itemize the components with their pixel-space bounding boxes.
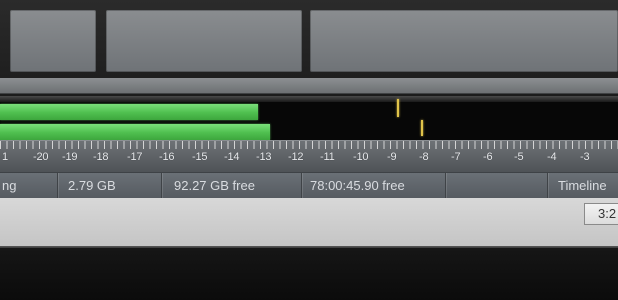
db-scale-label: -17 [127, 151, 143, 163]
db-scale-label: -14 [224, 151, 240, 163]
db-scale-label: -6 [483, 151, 493, 163]
db-scale-label: -5 [514, 151, 524, 163]
db-scale-label: -9 [387, 151, 397, 163]
track-tile[interactable] [10, 10, 96, 72]
db-scale-label: -8 [419, 151, 429, 163]
peak-indicator-channel-2 [421, 120, 423, 136]
db-scale-label: -4 [547, 151, 557, 163]
db-scale-label: -7 [451, 151, 461, 163]
status-cell-disk-used[interactable]: 2.79 GB [58, 173, 162, 199]
db-scale-label: -11 [320, 151, 335, 163]
db-scale-ticks [0, 141, 618, 149]
level-meter-bar-channel-2 [0, 124, 270, 140]
level-meter-bar-channel-1 [0, 104, 258, 120]
db-scale-label: -10 [353, 151, 369, 163]
status-cell-time-free[interactable]: 78:00:45.90 free [302, 173, 446, 199]
db-scale-label: -3 [580, 151, 590, 163]
db-scale-label: -16 [159, 151, 175, 163]
db-scale-label: -20 [33, 151, 49, 163]
peak-indicator-channel-1 [397, 99, 399, 117]
track-tile[interactable] [310, 10, 618, 72]
bottom-bezel [0, 248, 618, 300]
db-scale-label: -13 [256, 151, 272, 163]
db-scale-label: -18 [93, 151, 109, 163]
status-bar: ng 2.79 GB 92.27 GB free 78:00:45.90 fre… [0, 172, 618, 200]
panel-divider [0, 78, 618, 94]
status-cell-timeline[interactable]: Timeline [548, 173, 618, 199]
db-scale-label: -12 [288, 151, 304, 163]
status-cell-disk-free[interactable]: 92.27 GB free [162, 173, 302, 199]
meter-top-border [0, 96, 618, 102]
db-scale-label: -19 [62, 151, 78, 163]
db-scale-label: 1 [2, 151, 8, 163]
status-cell-recording-format[interactable]: ng [0, 173, 58, 199]
lower-panel [0, 198, 618, 248]
status-cell-empty [446, 173, 548, 199]
db-scale-label: -15 [192, 151, 208, 163]
db-scale: 1 -20 -19 -18 -17 -16 -15 -14 -13 -12 -1… [0, 140, 618, 173]
time-display-field[interactable]: 3:2 [584, 203, 618, 225]
track-tile[interactable] [106, 10, 302, 72]
